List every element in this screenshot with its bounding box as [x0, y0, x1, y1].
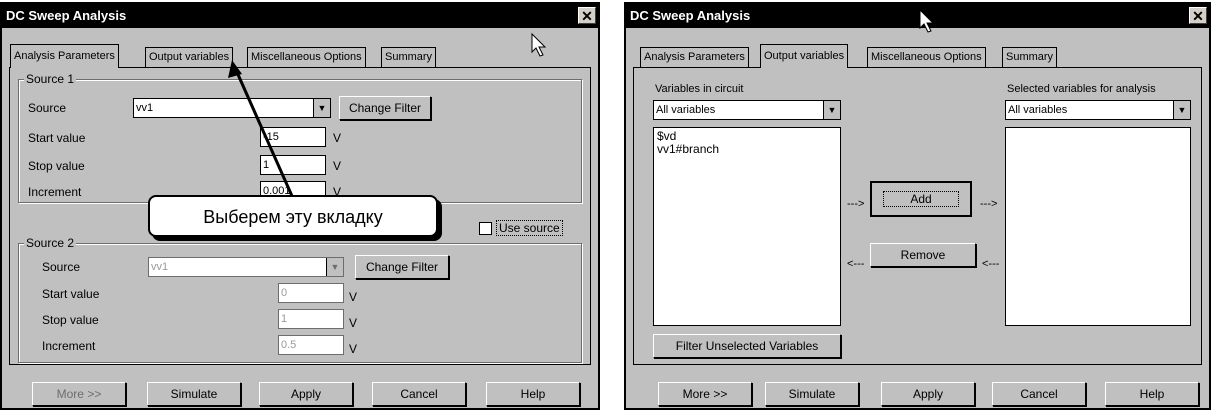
source2-source-select: vv1 ▼ — [148, 257, 344, 277]
source2-increment-unit: V — [349, 342, 358, 356]
source1-increment-label: Increment — [28, 185, 82, 199]
close-icon[interactable]: ✕ — [578, 7, 596, 24]
chevron-down-icon[interactable]: ▼ — [1173, 101, 1190, 119]
add-arrow-right: ---> — [980, 198, 998, 210]
source2-stop-label: Stop value — [42, 313, 99, 327]
remove-arrow-right: <--- — [982, 258, 1000, 270]
apply-button[interactable]: Apply — [881, 382, 975, 406]
source2-change-filter-button: Change Filter — [355, 255, 449, 279]
variables-filter-select[interactable]: All variables ▼ — [653, 100, 841, 120]
simulate-button[interactable]: Simulate — [765, 382, 859, 406]
source1-start-input[interactable]: -15 — [260, 127, 326, 147]
remove-arrow-left: <--- — [847, 258, 865, 270]
variables-filter-value: All variables — [656, 104, 716, 116]
source2-start-input: 0 — [278, 283, 344, 303]
simulate-button[interactable]: Simulate — [147, 382, 241, 406]
help-button[interactable]: Help — [1105, 382, 1199, 406]
selected-variables-label: Selected variables for analysis — [1007, 83, 1156, 95]
tab-analysis-parameters[interactable]: Analysis Parameters — [640, 47, 749, 67]
tab-output-variables[interactable]: Output variables — [145, 47, 234, 67]
list-item[interactable]: vv1#branch — [657, 143, 837, 156]
source1-source-label: Source — [28, 101, 67, 115]
help-button[interactable]: Help — [486, 382, 580, 406]
selected-filter-value: All variables — [1008, 104, 1068, 116]
filter-unselected-variables-button[interactable]: Filter Unselected Variables — [653, 334, 841, 358]
source1-stop-label: Stop value — [28, 159, 85, 173]
callout-box: Выберем эту вкладку — [148, 195, 438, 237]
dialog-title: DC Sweep Analysis — [630, 8, 751, 23]
tab-miscellaneous-options[interactable]: Miscellaneous Options — [247, 47, 366, 67]
more-button[interactable]: More >> — [32, 382, 126, 406]
variables-in-circuit-label: Variables in circuit — [655, 83, 744, 95]
source1-stop-unit: V — [333, 159, 342, 173]
cancel-button[interactable]: Cancel — [992, 382, 1086, 406]
source2-increment-label: Increment — [42, 339, 96, 353]
title-bar: DC Sweep Analysis ✕ — [626, 4, 1209, 28]
dialog-title: DC Sweep Analysis — [6, 8, 127, 23]
title-bar: DC Sweep Analysis ✕ — [2, 4, 598, 28]
close-icon[interactable]: ✕ — [1189, 7, 1207, 24]
chevron-down-icon[interactable]: ▼ — [823, 101, 840, 119]
source2-source-label: Source — [42, 260, 81, 274]
source2-group-label: Source 2 — [24, 236, 77, 250]
add-button-label: Add — [883, 191, 959, 207]
source2-source-value: vv1 — [151, 261, 169, 273]
variables-list[interactable]: $vd vv1#branch — [653, 127, 841, 326]
tab-summary[interactable]: Summary — [381, 47, 437, 67]
tab-output-variables[interactable]: Output variables — [760, 44, 849, 68]
source1-source-value: vv1 — [136, 102, 154, 114]
source2-increment-input: 0.5 — [278, 335, 344, 355]
source1-change-filter-button[interactable]: Change Filter — [339, 96, 431, 120]
selected-filter-select[interactable]: All variables ▼ — [1005, 100, 1191, 120]
chevron-down-icon[interactable]: ▼ — [313, 99, 330, 117]
cancel-button[interactable]: Cancel — [372, 382, 466, 406]
source2-stop-input: 1 — [278, 309, 344, 329]
source1-stop-input[interactable]: 1 — [260, 155, 326, 175]
source2-start-unit: V — [349, 290, 358, 304]
source1-group-label: Source 1 — [24, 72, 77, 86]
source2-stop-unit: V — [349, 316, 358, 330]
tab-miscellaneous-options[interactable]: Miscellaneous Options — [867, 47, 986, 67]
use-source-checkbox[interactable] — [479, 222, 492, 235]
dc-sweep-dialog-right: DC Sweep Analysis ✕ Analysis Parameters … — [624, 2, 1211, 410]
tab-analysis-parameters[interactable]: Analysis Parameters — [10, 44, 119, 68]
apply-button[interactable]: Apply — [259, 382, 353, 406]
add-button[interactable]: Add — [870, 181, 972, 217]
add-arrow-left: ---> — [847, 198, 865, 210]
source2-start-label: Start value — [42, 287, 100, 301]
tab-summary[interactable]: Summary — [1002, 47, 1058, 67]
source1-start-label: Start value — [28, 131, 86, 145]
more-button[interactable]: More >> — [658, 382, 752, 406]
chevron-down-icon: ▼ — [326, 258, 343, 276]
source1-source-select[interactable]: vv1 ▼ — [133, 98, 331, 118]
remove-button[interactable]: Remove — [870, 243, 976, 267]
selected-variables-list[interactable] — [1005, 127, 1191, 326]
source1-start-unit: V — [333, 131, 342, 145]
use-source-label[interactable]: Use source — [496, 220, 563, 236]
